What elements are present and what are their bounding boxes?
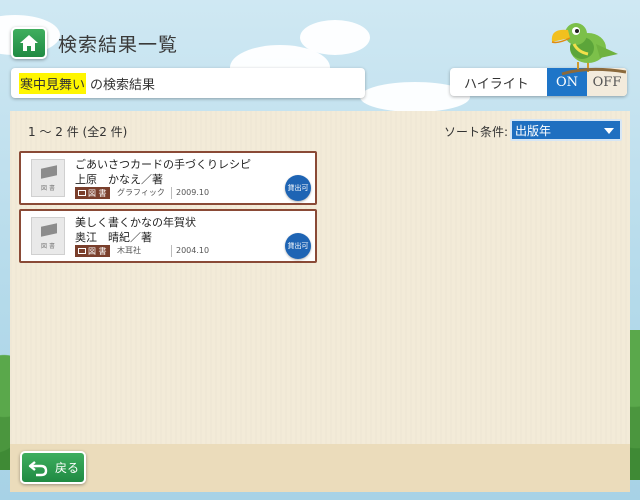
result-count: 1 〜 2 件 (全2 件): [28, 125, 128, 139]
page-title: 検索結果一覧: [58, 34, 179, 56]
result-author: 上原 かなえ／著: [75, 173, 163, 186]
result-year: 2004.10: [171, 245, 209, 257]
back-button[interactable]: 戻る: [20, 451, 86, 484]
book-icon: [78, 248, 86, 254]
chevron-down-icon: [604, 128, 614, 134]
back-label: 戻る: [55, 461, 80, 475]
result-year: 2009.10: [171, 187, 209, 199]
result-publisher: グラフィック: [117, 188, 165, 197]
search-suffix: の検索結果: [90, 77, 156, 93]
result-title: ごあいさつカードの手づくりレシピ: [75, 158, 251, 171]
highlight-label: ハイライト: [464, 76, 529, 92]
material-type: 図 書: [88, 188, 107, 198]
sort-label: ソート条件:: [444, 125, 509, 139]
result-publisher: 木耳社: [117, 246, 141, 255]
result-title: 美しく書くかなの年賀状: [75, 216, 196, 229]
book-thumbnail: 図 書: [31, 217, 65, 255]
search-summary: 寒中見舞い の検索結果: [11, 68, 365, 98]
availability-badge: 貸出可: [285, 233, 311, 259]
book-icon: [78, 190, 86, 196]
result-item[interactable]: 図 書 ごあいさつカードの手づくりレシピ 上原 かなえ／著 図 書 グラフィック…: [19, 151, 317, 205]
home-button[interactable]: [11, 27, 47, 59]
sort-select[interactable]: 出版年: [510, 119, 622, 141]
material-type-badge: 図 書: [75, 187, 110, 199]
thumbnail-caption: 図 書: [41, 243, 55, 250]
cloud: [300, 20, 370, 55]
material-type: 図 書: [88, 246, 107, 256]
footer-bar: 戻る: [10, 444, 630, 492]
home-icon: [20, 35, 38, 51]
back-arrow-icon: [28, 460, 48, 476]
material-type-badge: 図 書: [75, 245, 110, 257]
availability-badge: 貸出可: [285, 175, 311, 201]
thumbnail-caption: 図 書: [41, 185, 55, 192]
book-icon: [41, 165, 57, 179]
result-item[interactable]: 図 書 美しく書くかなの年賀状 奥江 晴紀／著 図 書 木耳社 2004.10 …: [19, 209, 317, 263]
results-panel: 1 〜 2 件 (全2 件) ソート条件: 出版年 図 書 ごあいさつカードの手…: [10, 111, 630, 444]
book-icon: [41, 223, 57, 237]
result-author: 奥江 晴紀／著: [75, 231, 152, 244]
toucan-mascot: [551, 23, 627, 76]
book-thumbnail: 図 書: [31, 159, 65, 197]
sort-value: 出版年: [515, 123, 552, 138]
search-term: 寒中見舞い: [19, 72, 87, 94]
